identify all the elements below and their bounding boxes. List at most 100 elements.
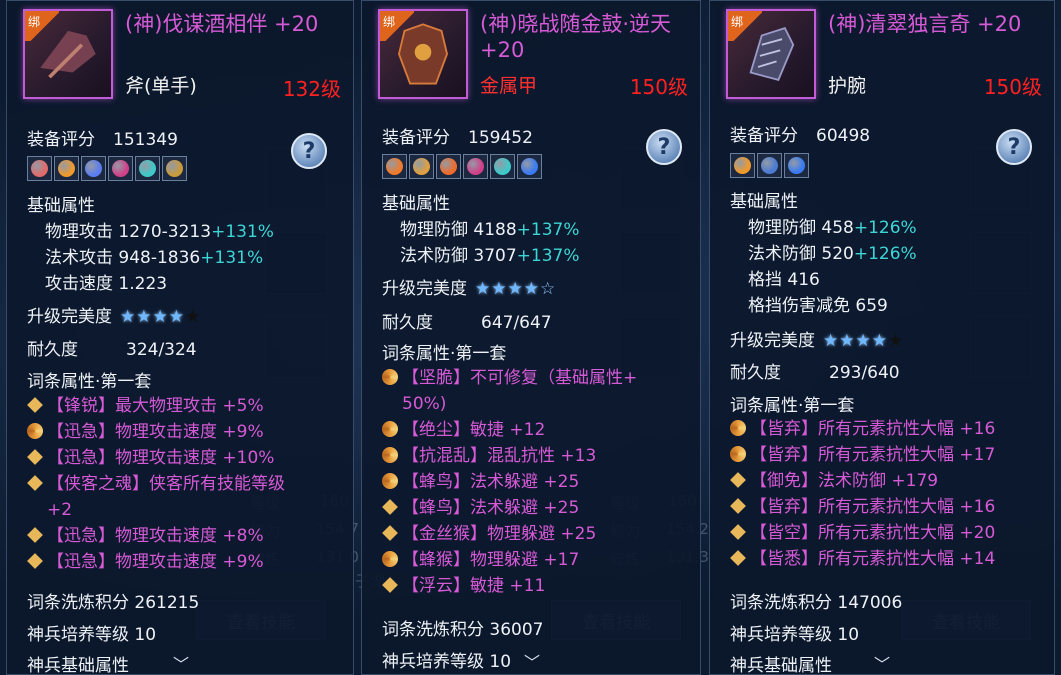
affix-text: 【金丝猴】物理躲避 +25 [402, 524, 597, 544]
stat-label: 物理防御 [400, 220, 474, 240]
divine-label: 神兵基础属性 [730, 656, 832, 675]
divine-row: 神兵基础属性 [27, 651, 129, 675]
gem-slot-icon[interactable] [490, 154, 515, 179]
stat-bonus: +126% [853, 244, 917, 264]
gem-slot-icon[interactable] [436, 154, 461, 179]
gem-slot-icon[interactable] [757, 153, 782, 178]
item-icon: 绑 [726, 9, 816, 99]
gem-slot-icon[interactable] [409, 154, 434, 179]
durability-row: 耐久度 647/647 [382, 308, 552, 333]
affix-item: 【侠客之魂】侠客所有技能等级 [27, 471, 339, 497]
gem-slot-icon[interactable] [27, 156, 52, 181]
gem-slot-icon[interactable] [730, 153, 755, 178]
item-tooltip-weapon: 绑 (神)伐谋酒相伴 +20 斧(单手) 132级 ? 装备评分 151349 基… [6, 0, 354, 675]
help-button[interactable]: ? [291, 133, 327, 169]
affix-text-continued: 50%) [402, 394, 447, 414]
gem-slot-icon[interactable] [517, 154, 542, 179]
item-type: 护腕 [828, 75, 867, 97]
bind-badge: 绑 [380, 11, 414, 41]
divine-row: 神兵基础属性 [730, 651, 832, 675]
star-icon: ★ [871, 330, 887, 351]
gem-slot-icon[interactable] [162, 156, 187, 181]
star-icon: ★ [855, 330, 871, 351]
chevron-down-icon[interactable]: ﹀ [874, 651, 890, 674]
diamond-icon [730, 472, 746, 488]
star-icon: ★ [491, 278, 507, 299]
affix-item: 【皆弃】所有元素抗性大幅 +16 [730, 494, 1040, 520]
item-type: 斧(单手) [125, 75, 197, 97]
help-button[interactable]: ? [996, 129, 1032, 165]
star-icon: ★ [152, 306, 168, 327]
base-stat-row: 法术防御 520+126% [748, 239, 917, 264]
affix-title: 词条属性·第一套 [27, 372, 152, 392]
item-level: 132级 [282, 77, 341, 101]
gem-slot-icon[interactable] [54, 156, 79, 181]
affix-item: 【皆弃】所有元素抗性大幅 +17 [730, 442, 1040, 468]
durability-label: 耐久度 [730, 363, 781, 383]
affix-text: 【皆弃】所有元素抗性大幅 +16 [750, 419, 996, 439]
affix-text: 【迅急】物理攻击速度 +10% [47, 448, 275, 468]
swirl-icon [382, 447, 398, 463]
gem-slot-icon[interactable] [463, 154, 488, 179]
durability-value: 324/324 [126, 340, 197, 360]
gem-slot-icon[interactable] [135, 156, 160, 181]
perfection-label: 升级完美度 [27, 307, 112, 327]
affix-text: 【皆弃】所有元素抗性大幅 +16 [750, 497, 996, 517]
gem-slots [730, 153, 809, 178]
cultivate-label: 神兵培养等级 [730, 625, 832, 645]
cultivate-value: 10 [489, 652, 512, 672]
stat-bonus: +131% [211, 222, 274, 242]
stat-value: 416 [787, 270, 820, 290]
stat-bonus: +137% [516, 246, 580, 266]
affix-item: 【迅急】物理攻击速度 +10% [27, 445, 339, 471]
swirl-icon [382, 421, 398, 437]
score-label: 装备评分 [27, 130, 95, 150]
item-type: 金属甲 [480, 75, 538, 97]
gem-slot-icon[interactable] [108, 156, 133, 181]
base-stat-row: 格挡伤害减免 659 [748, 291, 888, 316]
affix-title: 词条属性·第一套 [730, 396, 855, 416]
perfection-label: 升级完美度 [730, 331, 815, 351]
diamond-icon [27, 449, 43, 465]
base-attributes-title: 基础属性 [27, 196, 95, 216]
affix-text: 【皆空】所有元素抗性大幅 +20 [750, 523, 996, 543]
affix-text: 【蜂鸟】法术躲避 +25 [402, 498, 580, 518]
affix-item: 【锋锐】最大物理攻击 +5% [27, 393, 339, 419]
diamond-icon [27, 553, 43, 569]
gem-slot-icon[interactable] [81, 156, 106, 181]
stat-label: 法术防御 [400, 246, 474, 266]
gem-slot-icon[interactable] [784, 153, 809, 178]
bind-badge: 绑 [25, 11, 59, 41]
gem-slot-icon[interactable] [382, 154, 407, 179]
durability-row: 耐久度 324/324 [27, 335, 197, 360]
help-button[interactable]: ? [646, 129, 682, 165]
refine-value: 261215 [134, 593, 200, 613]
perfection-label: 升级完美度 [382, 279, 467, 299]
chevron-down-icon[interactable]: ﹀ [524, 649, 540, 673]
stat-bonus: +131% [200, 248, 264, 268]
base-stat-row: 物理防御 4188+137% [400, 215, 580, 240]
perfection-row: 升级完美度 ★ ★ ★ ★ ☆ [382, 274, 555, 299]
diamond-icon [27, 475, 43, 491]
affix-text: 【皆悉】所有元素抗性大幅 +14 [750, 549, 996, 569]
item-tooltip-armor: 绑 (神)晓战随金鼓·逆天 +20 金属甲 150级 ? 装备评分 159452 … [361, 0, 701, 675]
divine-label: 神兵基础属性 [27, 656, 129, 675]
base-stat-row: 攻击速度 1.223 [45, 269, 167, 294]
durability-label: 耐久度 [382, 313, 433, 333]
cultivate-row: 神兵培养等级 10 [27, 620, 156, 645]
stat-value: 1270-3213 [118, 222, 212, 242]
durability-value: 293/640 [829, 363, 900, 383]
base-attributes-title: 基础属性 [730, 192, 798, 212]
stat-label: 格挡 [748, 270, 788, 290]
bind-badge: 绑 [728, 11, 762, 41]
gem-icon [467, 158, 484, 175]
stat-value: 520 [821, 244, 854, 264]
score-row: 装备评分 151349 [27, 125, 178, 150]
base-stat-row: 物理攻击 1270-3213+131% [45, 217, 274, 242]
score-label: 装备评分 [382, 128, 450, 148]
star-icon: ★ [136, 306, 152, 327]
affix-text: 【迅急】物理攻击速度 +8% [47, 526, 264, 546]
chevron-down-icon[interactable]: ﹀ [173, 651, 189, 674]
star-rating: ★ ★ ★ ★ ★ [823, 330, 903, 351]
item-name: (神)清翠独言奇 +20 [828, 12, 1022, 36]
